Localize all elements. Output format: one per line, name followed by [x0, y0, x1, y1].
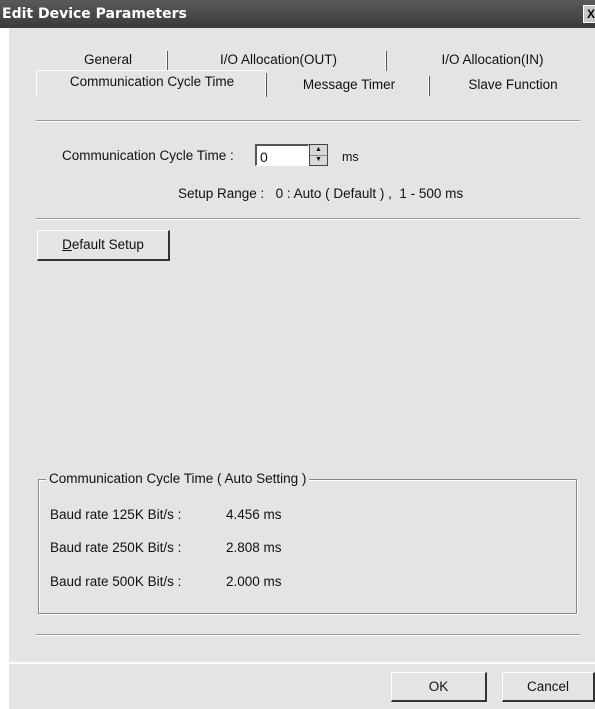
tab-communication-cycle-time[interactable]: Communication Cycle Time [36, 70, 267, 97]
window-title: Edit Device Parameters [2, 6, 187, 22]
auto-setting-title: Communication Cycle Time ( Auto Setting … [46, 471, 310, 486]
baud-500k-value: 2.000 ms [226, 574, 282, 589]
cycle-time-label: Communication Cycle Time : [62, 148, 234, 163]
divider-middle [36, 218, 580, 220]
baud-125k-value: 4.456 ms [226, 507, 282, 522]
button-label: efault Setup [71, 237, 144, 252]
cycle-time-unit: ms [342, 150, 359, 164]
tab-label: General [83, 52, 133, 67]
title-bar: Edit Device Parameters X [0, 0, 595, 28]
baud-125k-label: Baud rate 125K Bit/s : [50, 507, 182, 522]
close-button[interactable]: X [583, 5, 595, 23]
baud-250k-value: 2.808 ms [226, 540, 282, 555]
tab-io-allocation-in[interactable]: I/O Allocation(IN) [390, 49, 595, 71]
spin-down-icon[interactable]: ▼ [310, 155, 327, 165]
cancel-button[interactable]: Cancel [502, 672, 595, 702]
cycle-time-spinner[interactable]: ▲ ▼ [309, 144, 328, 166]
tab-label: Slave Function [468, 77, 558, 92]
accelerator-key: D [62, 237, 72, 252]
default-setup-button[interactable]: Default Setup [37, 230, 170, 261]
ok-button[interactable]: OK [391, 672, 487, 702]
tab-slave-function[interactable]: Slave Function [432, 74, 594, 96]
cycle-time-input[interactable]: 0 [255, 144, 309, 166]
tab-io-allocation-out[interactable]: I/O Allocation(OUT) [170, 49, 387, 71]
tab-label: Communication Cycle Time [69, 74, 235, 89]
tab-label: I/O Allocation(IN) [441, 52, 544, 67]
setup-range-text: Setup Range : 0 : Auto ( Default ) , 1 -… [178, 186, 464, 201]
divider-top [36, 120, 580, 122]
tab-label: I/O Allocation(OUT) [219, 52, 338, 67]
divider-bottom [36, 634, 580, 636]
tab-message-timer[interactable]: Message Timer [268, 74, 430, 96]
baud-500k-label: Baud rate 500K Bit/s : [50, 574, 182, 589]
tab-general[interactable]: General [48, 49, 168, 71]
baud-250k-label: Baud rate 250K Bit/s : [50, 540, 182, 555]
tab-label: Message Timer [302, 77, 396, 92]
dialog-footer-divider [8, 662, 595, 664]
